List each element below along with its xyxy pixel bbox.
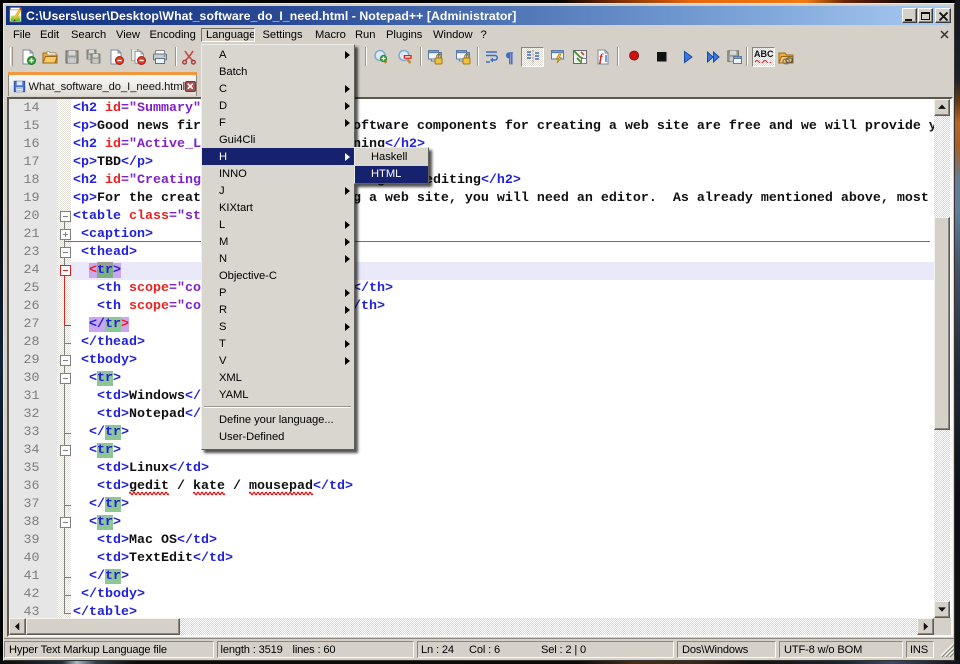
- svg-text:¶: ¶: [506, 50, 514, 65]
